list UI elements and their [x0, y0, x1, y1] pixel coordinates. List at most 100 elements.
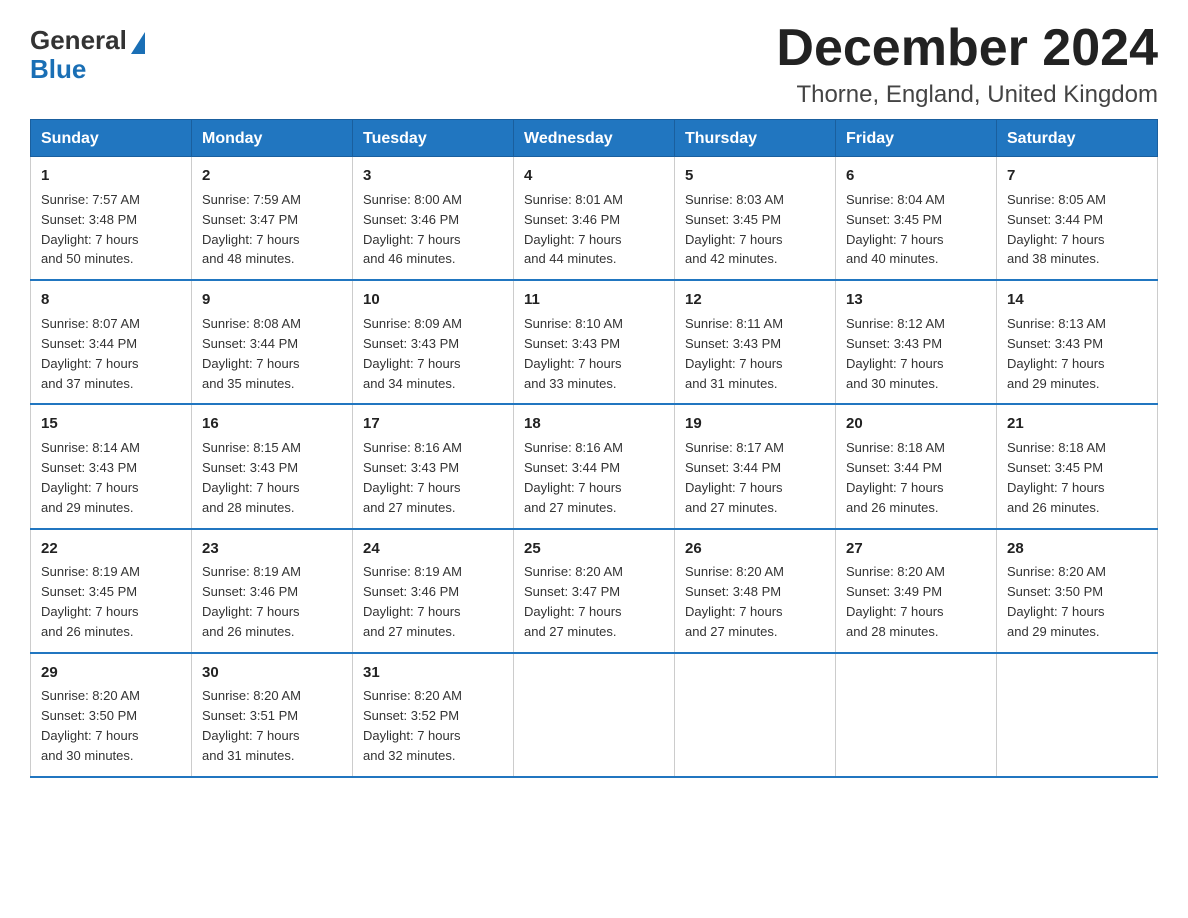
day-number: 29 [41, 662, 181, 684]
header-cell-thursday: Thursday [675, 120, 836, 157]
day-number: 15 [41, 413, 181, 435]
day-number: 21 [1007, 413, 1147, 435]
day-number: 26 [685, 538, 825, 560]
header-cell-sunday: Sunday [31, 120, 192, 157]
day-info: Sunrise: 8:07 AM Sunset: 3:44 PM Dayligh… [41, 316, 140, 391]
calendar-cell: 25Sunrise: 8:20 AM Sunset: 3:47 PM Dayli… [514, 529, 675, 653]
calendar-cell: 29 Sunrise: 8:20 AM Sunset: 3:50 PM Dayli… [31, 653, 192, 777]
calendar-subtitle: Thorne, England, United Kingdom [776, 81, 1158, 109]
calendar-cell: 3 Sunrise: 8:00 AM Sunset: 3:46 PM Daylig… [353, 157, 514, 281]
day-number: 6 [846, 165, 986, 187]
calendar-cell: 7 Sunrise: 8:05 AM Sunset: 3:44 PM Daylig… [997, 157, 1158, 281]
day-info: Sunrise: 8:18 AM Sunset: 3:45 PM Dayligh… [1007, 440, 1106, 515]
day-info: Sunrise: 8:01 AM Sunset: 3:46 PM Dayligh… [524, 192, 623, 267]
day-number: 31 [363, 662, 503, 684]
calendar-cell: 19Sunrise: 8:17 AM Sunset: 3:44 PM Dayli… [675, 404, 836, 528]
day-number: 10 [363, 289, 503, 311]
day-info: Sunrise: 8:03 AM Sunset: 3:45 PM Dayligh… [685, 192, 784, 267]
day-info: Sunrise: 8:13 AM Sunset: 3:43 PM Dayligh… [1007, 316, 1106, 391]
day-info: Sunrise: 8:20 AM Sunset: 3:50 PM Dayligh… [1007, 564, 1106, 639]
header-cell-saturday: Saturday [997, 120, 1158, 157]
day-number: 18 [524, 413, 664, 435]
calendar-cell: 5 Sunrise: 8:03 AM Sunset: 3:45 PM Daylig… [675, 157, 836, 281]
day-number: 24 [363, 538, 503, 560]
logo-triangle-icon [131, 32, 145, 54]
day-info: Sunrise: 8:18 AM Sunset: 3:44 PM Dayligh… [846, 440, 945, 515]
calendar-cell: 31Sunrise: 8:20 AM Sunset: 3:52 PM Dayli… [353, 653, 514, 777]
calendar-cell [997, 653, 1158, 777]
calendar-cell: 15 Sunrise: 8:14 AM Sunset: 3:43 PM Dayli… [31, 404, 192, 528]
day-number: 2 [202, 165, 342, 187]
calendar-cell: 1Sunrise: 7:57 AM Sunset: 3:48 PM Daylig… [31, 157, 192, 281]
calendar-cell: 23Sunrise: 8:19 AM Sunset: 3:46 PM Dayli… [192, 529, 353, 653]
calendar-cell [514, 653, 675, 777]
day-info: Sunrise: 8:09 AM Sunset: 3:43 PM Dayligh… [363, 316, 462, 391]
day-number: 25 [524, 538, 664, 560]
calendar-cell: 9Sunrise: 8:08 AM Sunset: 3:44 PM Daylig… [192, 280, 353, 404]
day-info: Sunrise: 8:20 AM Sunset: 3:49 PM Dayligh… [846, 564, 945, 639]
day-info: Sunrise: 7:57 AM Sunset: 3:48 PM Dayligh… [41, 192, 140, 267]
calendar-cell [675, 653, 836, 777]
day-number: 27 [846, 538, 986, 560]
day-number: 16 [202, 413, 342, 435]
header-cell-friday: Friday [836, 120, 997, 157]
day-number: 23 [202, 538, 342, 560]
calendar-cell: 26 Sunrise: 8:20 AM Sunset: 3:48 PM Dayli… [675, 529, 836, 653]
calendar-cell: 21 Sunrise: 8:18 AM Sunset: 3:45 PM Dayli… [997, 404, 1158, 528]
calendar-cell: 30 Sunrise: 8:20 AM Sunset: 3:51 PM Dayli… [192, 653, 353, 777]
calendar-cell: 6 Sunrise: 8:04 AM Sunset: 3:45 PM Daylig… [836, 157, 997, 281]
day-number: 7 [1007, 165, 1147, 187]
day-info: Sunrise: 8:20 AM Sunset: 3:48 PM Dayligh… [685, 564, 784, 639]
calendar-table: SundayMondayTuesdayWednesdayThursdayFrid… [30, 119, 1158, 778]
calendar-title: December 2024 [776, 20, 1158, 77]
day-number: 30 [202, 662, 342, 684]
day-info: Sunrise: 8:16 AM Sunset: 3:43 PM Dayligh… [363, 440, 462, 515]
calendar-cell: 20 Sunrise: 8:18 AM Sunset: 3:44 PM Dayli… [836, 404, 997, 528]
day-number: 5 [685, 165, 825, 187]
day-info: Sunrise: 8:08 AM Sunset: 3:44 PM Dayligh… [202, 316, 301, 391]
calendar-cell: 8Sunrise: 8:07 AM Sunset: 3:44 PM Daylig… [31, 280, 192, 404]
day-number: 14 [1007, 289, 1147, 311]
calendar-cell: 13 Sunrise: 8:12 AM Sunset: 3:43 PM Dayli… [836, 280, 997, 404]
day-info: Sunrise: 7:59 AM Sunset: 3:47 PM Dayligh… [202, 192, 301, 267]
day-info: Sunrise: 8:20 AM Sunset: 3:51 PM Dayligh… [202, 688, 301, 763]
day-info: Sunrise: 8:10 AM Sunset: 3:43 PM Dayligh… [524, 316, 623, 391]
day-info: Sunrise: 8:20 AM Sunset: 3:50 PM Dayligh… [41, 688, 140, 763]
logo-blue-text: Blue [30, 54, 86, 85]
day-number: 17 [363, 413, 503, 435]
calendar-cell: 12Sunrise: 8:11 AM Sunset: 3:43 PM Dayli… [675, 280, 836, 404]
calendar-cell: 27 Sunrise: 8:20 AM Sunset: 3:49 PM Dayli… [836, 529, 997, 653]
week-row-5: 29 Sunrise: 8:20 AM Sunset: 3:50 PM Dayli… [31, 653, 1158, 777]
calendar-cell: 24 Sunrise: 8:19 AM Sunset: 3:46 PM Dayli… [353, 529, 514, 653]
day-info: Sunrise: 8:19 AM Sunset: 3:46 PM Dayligh… [363, 564, 462, 639]
header-cell-tuesday: Tuesday [353, 120, 514, 157]
week-row-2: 8Sunrise: 8:07 AM Sunset: 3:44 PM Daylig… [31, 280, 1158, 404]
day-info: Sunrise: 8:12 AM Sunset: 3:43 PM Dayligh… [846, 316, 945, 391]
calendar-cell: 10 Sunrise: 8:09 AM Sunset: 3:43 PM Dayli… [353, 280, 514, 404]
page-header: General Blue December 2024 Thorne, Engla… [30, 20, 1158, 109]
day-number: 3 [363, 165, 503, 187]
day-number: 4 [524, 165, 664, 187]
header-cell-wednesday: Wednesday [514, 120, 675, 157]
logo: General Blue [30, 20, 145, 85]
week-row-4: 22Sunrise: 8:19 AM Sunset: 3:45 PM Dayli… [31, 529, 1158, 653]
title-section: December 2024 Thorne, England, United Ki… [776, 20, 1158, 109]
day-number: 11 [524, 289, 664, 311]
logo-general-text: General [30, 25, 127, 56]
calendar-cell: 17 Sunrise: 8:16 AM Sunset: 3:43 PM Dayli… [353, 404, 514, 528]
day-info: Sunrise: 8:05 AM Sunset: 3:44 PM Dayligh… [1007, 192, 1106, 267]
day-number: 13 [846, 289, 986, 311]
day-info: Sunrise: 8:00 AM Sunset: 3:46 PM Dayligh… [363, 192, 462, 267]
day-number: 28 [1007, 538, 1147, 560]
day-info: Sunrise: 8:14 AM Sunset: 3:43 PM Dayligh… [41, 440, 140, 515]
calendar-cell: 2 Sunrise: 7:59 AM Sunset: 3:47 PM Daylig… [192, 157, 353, 281]
calendar-cell: 16Sunrise: 8:15 AM Sunset: 3:43 PM Dayli… [192, 404, 353, 528]
day-info: Sunrise: 8:16 AM Sunset: 3:44 PM Dayligh… [524, 440, 623, 515]
header-cell-monday: Monday [192, 120, 353, 157]
day-info: Sunrise: 8:04 AM Sunset: 3:45 PM Dayligh… [846, 192, 945, 267]
day-number: 20 [846, 413, 986, 435]
calendar-cell: 11 Sunrise: 8:10 AM Sunset: 3:43 PM Dayli… [514, 280, 675, 404]
day-info: Sunrise: 8:17 AM Sunset: 3:44 PM Dayligh… [685, 440, 784, 515]
calendar-cell: 14 Sunrise: 8:13 AM Sunset: 3:43 PM Dayli… [997, 280, 1158, 404]
calendar-cell: 4 Sunrise: 8:01 AM Sunset: 3:46 PM Daylig… [514, 157, 675, 281]
